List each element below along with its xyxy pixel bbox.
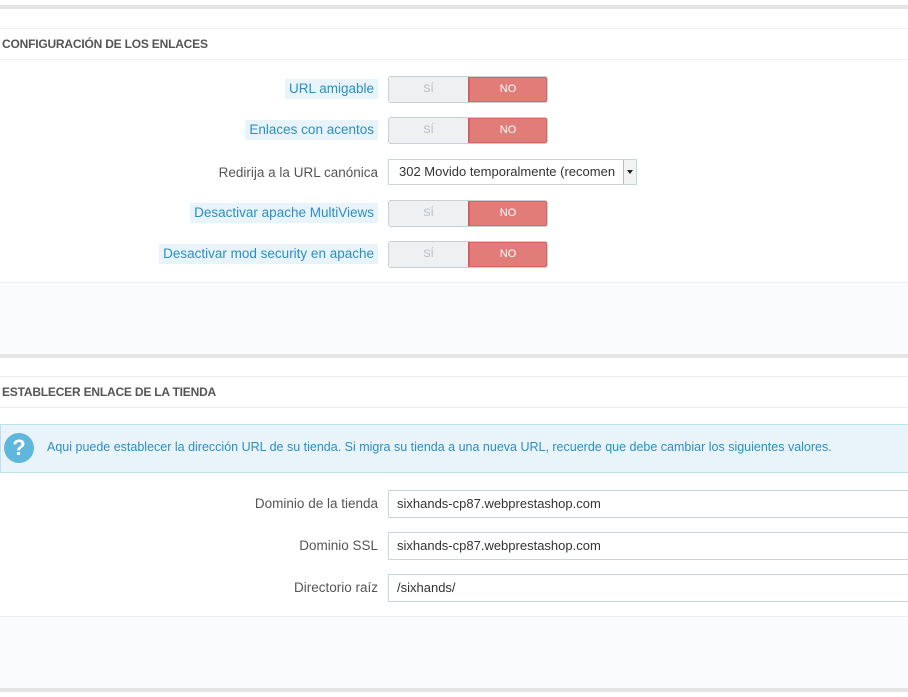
redirect-canonical-select[interactable]: 302 Movido temporalmente (recomen [388, 159, 637, 185]
apache-multiviews-switch[interactable]: SÍ NO [388, 200, 548, 227]
section-title-shop-url: ESTABLECER ENLACE DE LA TIENDA [0, 376, 908, 408]
row-shop-domain: Dominio de la tienda sixhands-cp87.webpr… [0, 490, 908, 518]
top-divider [0, 5, 908, 9]
panel-footer [0, 616, 908, 688]
row-enlaces-acentos: Enlaces con acentos SÍ NO [0, 117, 908, 145]
row-apache-multiviews: Desactivar apache MultiViews SÍ NO [0, 200, 908, 228]
row-mod-security: Desactivar mod security en apache SÍ NO [0, 241, 908, 269]
row-redirect-canonical: Redirija a la URL canónica 302 Movido te… [0, 159, 908, 187]
switch-no-option[interactable]: NO [468, 118, 547, 143]
section-divider [0, 354, 908, 358]
dropdown-arrow-icon[interactable] [623, 160, 636, 184]
question-icon: ? [4, 433, 34, 463]
section-divider [0, 688, 908, 692]
label-ssl-domain: Dominio SSL [299, 538, 378, 553]
url-amigable-switch[interactable]: SÍ NO [388, 76, 548, 103]
row-url-amigable: URL amigable SÍ NO [0, 76, 908, 104]
switch-no-option[interactable]: NO [468, 77, 547, 102]
label-url-amigable[interactable]: URL amigable [284, 79, 378, 99]
switch-yes-option[interactable]: SÍ [389, 118, 468, 143]
select-value: 302 Movido temporalmente (recomen [399, 164, 616, 179]
label-enlaces-acentos[interactable]: Enlaces con acentos [245, 120, 378, 140]
root-directory-input[interactable]: /sixhands/ [388, 574, 908, 602]
mod-security-switch[interactable]: SÍ NO [388, 241, 548, 268]
label-apache-multiviews[interactable]: Desactivar apache MultiViews [190, 203, 378, 223]
section-title-links: CONFIGURACIÓN DE LOS ENLACES [0, 28, 908, 60]
switch-no-option[interactable]: NO [468, 201, 547, 226]
label-redirect-canonical: Redirija a la URL canónica [218, 165, 378, 180]
label-mod-security[interactable]: Desactivar mod security en apache [159, 244, 378, 264]
info-alert: ? Aqui puede establecer la dirección URL… [0, 424, 908, 473]
shop-domain-input[interactable]: sixhands-cp87.webprestashop.com [388, 490, 908, 518]
label-shop-domain: Dominio de la tienda [254, 496, 378, 511]
row-root-directory: Directorio raíz /sixhands/ [0, 574, 908, 602]
ssl-domain-input[interactable]: sixhands-cp87.webprestashop.com [388, 532, 908, 560]
panel-footer [0, 282, 908, 354]
enlaces-acentos-switch[interactable]: SÍ NO [388, 117, 548, 144]
switch-yes-option[interactable]: SÍ [389, 201, 468, 226]
switch-yes-option[interactable]: SÍ [389, 242, 468, 267]
switch-no-option[interactable]: NO [468, 242, 547, 267]
switch-yes-option[interactable]: SÍ [389, 77, 468, 102]
row-ssl-domain: Dominio SSL sixhands-cp87.webprestashop.… [0, 532, 908, 560]
info-text: Aqui puede establecer la dirección URL d… [47, 440, 832, 454]
label-root-directory: Directorio raíz [293, 580, 378, 595]
